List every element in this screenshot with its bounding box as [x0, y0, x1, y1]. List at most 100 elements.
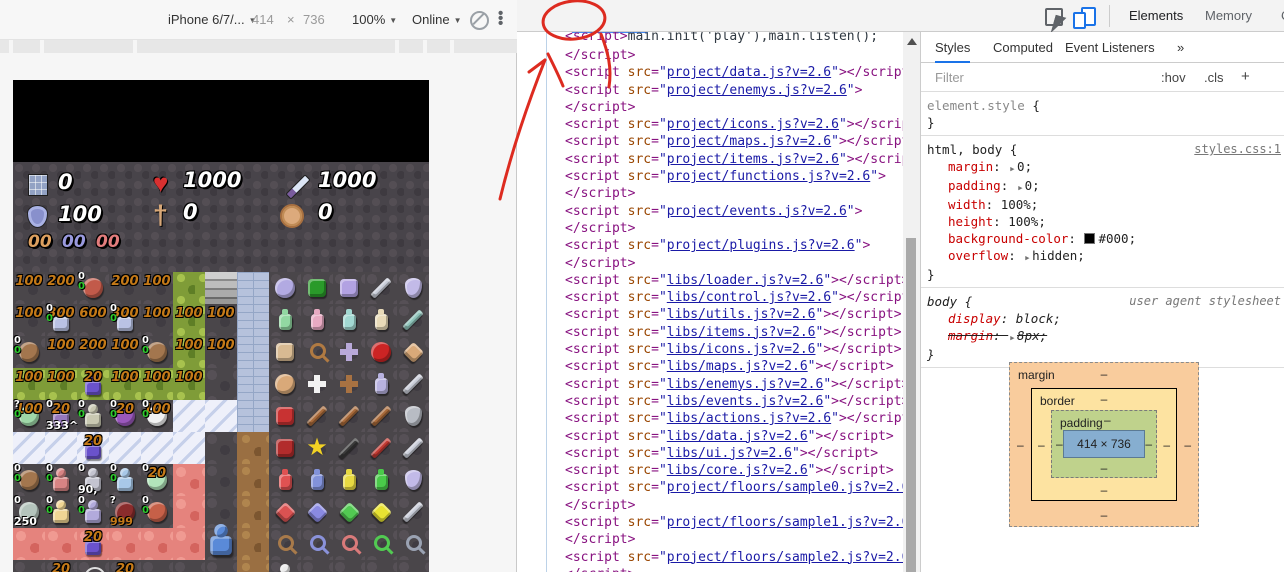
dom-node[interactable]: </script>: [517, 99, 887, 116]
swordL-sprite: [402, 437, 423, 458]
map-tile: [365, 560, 397, 572]
styles-rules-list[interactable]: element.style {}html, body {styles.css:1…: [921, 92, 1284, 368]
map-tile: 20: [77, 528, 109, 560]
css-property[interactable]: padding: ▶0;: [927, 177, 1279, 196]
dom-node[interactable]: <script src="project/icons.js?v=2.6"></s…: [517, 116, 887, 133]
filter-input[interactable]: Filter: [935, 70, 964, 85]
css-property[interactable]: overflow: ▶hidden;: [927, 247, 1279, 266]
map-tile: [237, 464, 269, 496]
styles-tab-computed[interactable]: Computed: [993, 40, 1053, 55]
rule-source[interactable]: styles.css:1: [1194, 141, 1281, 158]
map-tile: [269, 304, 301, 336]
style-rule[interactable]: element.style {}: [921, 92, 1284, 136]
dyn-sprite: [276, 407, 294, 425]
device-width-input[interactable]: 414: [252, 12, 274, 27]
scroll-up-arrow-icon[interactable]: [907, 38, 917, 45]
elements-panel[interactable]: <script>main.init('play'),main.listen();…: [517, 32, 920, 572]
gemR-sprite: [275, 502, 296, 523]
dom-node[interactable]: <script src="project/plugins.js?v=2.6">: [517, 237, 887, 254]
new-style-rule-icon[interactable]: +: [1241, 68, 1250, 85]
dom-tree[interactable]: <script>main.init('play'),main.listen();…: [517, 32, 887, 572]
inspect-element-icon[interactable]: [1045, 8, 1063, 26]
map-tile: 00: [77, 400, 109, 432]
styles-tab-[interactable]: »: [1177, 40, 1184, 55]
style-rule[interactable]: html, body {styles.css:1margin: ▶0;paddi…: [921, 136, 1284, 288]
dom-node[interactable]: <script src="libs/ui.js?v=2.6"></script>: [517, 445, 887, 462]
map-tile: 200: [109, 272, 141, 304]
device-height-input[interactable]: 736: [303, 12, 325, 27]
tab-elements[interactable]: Elements: [1129, 8, 1183, 23]
game-map: 1002000020010010030000600300001001001000…: [13, 272, 429, 572]
scrollbar-thumb[interactable]: [906, 238, 916, 572]
dom-node[interactable]: </script>: [517, 220, 887, 237]
dom-node[interactable]: <script src="libs/utils.js?v=2.6"></scri…: [517, 306, 887, 323]
rotate-device-icon[interactable]: [470, 11, 489, 30]
game-hud: 0♥10001000100†00000000: [13, 162, 429, 272]
box-model-content[interactable]: 414 × 736: [1063, 430, 1145, 458]
dom-node[interactable]: <script src="libs/enemys.js?v=2.6"></scr…: [517, 376, 887, 393]
dom-node[interactable]: <script src="project/data.js?v=2.6"></sc…: [517, 64, 887, 81]
brownM-sprite: [19, 342, 39, 362]
dom-node[interactable]: <script src="libs/maps.js?v=2.6"></scrip…: [517, 358, 887, 375]
hud-key-count: 00: [28, 232, 52, 252]
dom-node[interactable]: <script src="project/floors/sample0.js?v…: [517, 479, 887, 496]
dom-node[interactable]: <script src="project/events.js?v=2.6">: [517, 203, 887, 220]
zoom-select[interactable]: 100%▼: [352, 12, 397, 27]
dom-node[interactable]: </script>: [517, 497, 887, 514]
map-tile: [109, 528, 141, 560]
pickD-sprite: [338, 437, 359, 458]
game-title-black-area: [13, 80, 429, 162]
dom-node[interactable]: <script src="project/floors/sample2.js?v…: [517, 549, 887, 566]
box-model-padding[interactable]: padding – – – – 414 × 736: [1051, 410, 1157, 478]
dom-node[interactable]: <script src="project/enemys.js?v=2.6">: [517, 82, 887, 99]
dom-node-selected[interactable]: <script>main.init('play'),main.listen();: [517, 32, 887, 47]
box-model-diagram[interactable]: margin – – – – border – – – – padding – …: [1009, 362, 1199, 527]
dom-node[interactable]: </script>: [517, 566, 887, 572]
game-canvas[interactable]: 0♥10001000100†00000000 10020000200100100…: [13, 80, 429, 572]
toggle-pseudo-class-button[interactable]: :hov: [1161, 70, 1186, 85]
toggle-class-button[interactable]: .cls: [1204, 70, 1224, 85]
css-property[interactable]: background-color: #000;: [927, 230, 1279, 247]
dom-node[interactable]: </script>: [517, 531, 887, 548]
css-property[interactable]: height: 100%;: [927, 213, 1279, 230]
styles-tab-styles[interactable]: Styles: [935, 40, 970, 63]
elements-scrollbar[interactable]: [903, 32, 920, 572]
css-property[interactable]: display: block;: [927, 310, 1279, 327]
css-property[interactable]: width: 100%;: [927, 196, 1279, 213]
styles-tab-eventlisteners[interactable]: Event Listeners: [1065, 40, 1155, 55]
dom-node[interactable]: <script src="project/items.js?v=2.6"></s…: [517, 151, 887, 168]
css-property[interactable]: margin: ▶8px;: [927, 327, 1279, 346]
dom-node[interactable]: </script>: [517, 47, 887, 64]
map-tile: [173, 400, 205, 432]
script-src-link: libs/utils.js?v=2.6: [667, 307, 816, 322]
throttle-select[interactable]: Online▼: [412, 12, 462, 27]
dom-node[interactable]: <script src="libs/items.js?v=2.6"></scri…: [517, 324, 887, 341]
script-src-link: libs/items.js?v=2.6: [667, 325, 816, 340]
map-tile: 10000: [141, 400, 173, 432]
dom-node[interactable]: </script>: [517, 255, 887, 272]
emu-more-options-icon[interactable]: •••: [498, 11, 502, 26]
device-toolbar-toggle-icon[interactable]: [1073, 7, 1095, 26]
device-emulation-pane: iPhone 6/7/...▼ 414 × 736 100%▼ Online▼ …: [0, 0, 517, 572]
device-select[interactable]: iPhone 6/7/...▼: [168, 12, 257, 27]
map-tile: 20: [77, 368, 109, 400]
hammer-sprite: [306, 405, 327, 426]
dom-node[interactable]: <script src="project/floors/sample1.js?v…: [517, 514, 887, 531]
dom-node[interactable]: <script src="libs/core.js?v=2.6"></scrip…: [517, 462, 887, 479]
dom-node[interactable]: <script src="libs/control.js?v=2.6"></sc…: [517, 289, 887, 306]
dom-node[interactable]: </script>: [517, 185, 887, 202]
style-rule[interactable]: body {user agent stylesheetdisplay: bloc…: [921, 288, 1284, 368]
dom-node[interactable]: <script src="libs/loader.js?v=2.6"></scr…: [517, 272, 887, 289]
box-model-border[interactable]: border – – – – padding – – – – 414 × 736: [1031, 388, 1177, 501]
dom-node[interactable]: <script src="libs/data.js?v=2.6"></scrip…: [517, 428, 887, 445]
dom-node[interactable]: <script src="project/functions.js?v=2.6"…: [517, 168, 887, 185]
map-tile: [333, 464, 365, 496]
dom-node[interactable]: <script src="libs/events.js?v=2.6"></scr…: [517, 393, 887, 410]
dom-node[interactable]: <script src="project/maps.js?v=2.6"></sc…: [517, 133, 887, 150]
css-property[interactable]: margin: ▶0;: [927, 158, 1279, 177]
dom-node[interactable]: <script src="libs/icons.js?v=2.6"></scri…: [517, 341, 887, 358]
styles-tabbar: Styles Computed Event Listeners »: [921, 32, 1284, 63]
dom-node[interactable]: <script src="libs/actions.js?v=2.6"></sc…: [517, 410, 887, 427]
tab-memory[interactable]: Memory: [1205, 8, 1252, 23]
script-src-link: project/floors/sample0.js?v=2.6: [667, 480, 910, 495]
